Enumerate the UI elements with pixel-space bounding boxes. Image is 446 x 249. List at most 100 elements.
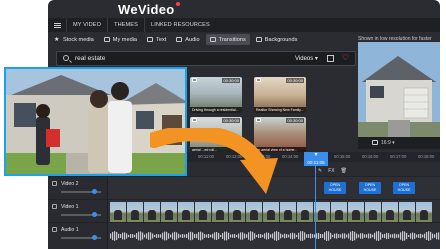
waveform-bar [402, 231, 404, 241]
tab-audio[interactable]: Audio [172, 34, 203, 45]
text-icon [147, 37, 154, 42]
preview-monitor[interactable] [358, 42, 440, 137]
waveform-bar [346, 234, 348, 238]
clip-frame [365, 202, 381, 222]
waveform-bar [170, 234, 172, 238]
waveform-bar [114, 231, 116, 241]
waveform-bar [272, 233, 274, 239]
waveform-bar [208, 233, 210, 239]
waveform-bar [364, 234, 366, 238]
open-house-clip[interactable]: OPEN HOUSE [324, 182, 346, 194]
fx-button[interactable]: FX [328, 168, 334, 174]
open-house-clip[interactable]: OPEN HOUSE [359, 182, 381, 194]
waveform-bar [204, 234, 206, 238]
waveform-bar [146, 233, 148, 239]
waveform-bar [376, 231, 378, 241]
video-clip-filmstrip[interactable] [110, 202, 440, 222]
waveform-bar [358, 234, 360, 238]
media-type-select[interactable]: Videos ▾ [295, 55, 318, 62]
clip-frame [348, 202, 364, 222]
waveform-bar [424, 233, 426, 239]
open-house-clip[interactable]: OPEN HOUSE [393, 182, 415, 194]
waveform-bar [240, 232, 242, 240]
audio-note-icon[interactable] [52, 227, 57, 232]
waveform-bar [244, 233, 246, 239]
waveform-bar [418, 234, 420, 238]
clip-frame [246, 202, 262, 222]
audio-waveform[interactable] [110, 228, 440, 244]
track-toggle-icon[interactable] [52, 181, 57, 186]
waveform-bar [390, 234, 392, 238]
grid-view-icon[interactable] [327, 55, 334, 62]
nav-linked-resources[interactable]: LINKED RESOURCES [143, 18, 216, 32]
hamburger-icon[interactable] [48, 18, 66, 32]
waveform-bar [332, 234, 334, 238]
waveform-bar [228, 232, 230, 240]
media-duration: 00:30:00 [222, 78, 240, 83]
waveform-bar [430, 231, 432, 241]
waveform-bar [226, 231, 228, 241]
tab-backgrounds[interactable]: Backgrounds [252, 34, 302, 45]
folder-icon [103, 37, 110, 42]
tab-my-media[interactable]: My media [100, 34, 141, 45]
waveform-bar [176, 232, 178, 240]
waveform-bar [202, 232, 204, 240]
edit-icon[interactable]: ✎ [318, 168, 322, 174]
waveform-bar [154, 234, 156, 238]
timeline-toolbar: ✎ FX 🗑 [318, 166, 358, 175]
track-header: Audio 1 [48, 223, 108, 249]
clip-frame [195, 202, 211, 222]
stage: WeVideo MY VIDEO THEMES LINKED RESOURCES… [0, 0, 446, 249]
search-bar[interactable]: real estate Videos ▾ ♡ [56, 51, 356, 66]
waveform-bar [192, 232, 194, 240]
volume-knob[interactable] [92, 212, 97, 217]
media-caption: Realtor Showing New Family... [254, 107, 306, 113]
clip-frame [280, 202, 296, 222]
media-tabs: ★ Stock media My media Text Audio Transit… [48, 33, 358, 46]
waveform-bar [298, 232, 300, 240]
tab-stock-media[interactable]: ★ Stock media [50, 34, 98, 45]
waveform-bar [310, 233, 312, 239]
camera-icon[interactable] [372, 140, 378, 145]
waveform-bar [408, 234, 410, 238]
track-name: Audio 1 [61, 227, 79, 233]
tab-text[interactable]: Text [143, 34, 170, 45]
waveform-bar [304, 232, 306, 240]
clip-frame [161, 202, 177, 222]
waveform-bar [280, 233, 282, 239]
clip-frame [127, 202, 143, 222]
media-thumbnail[interactable]: 00:30:00 Driving through a residential..… [190, 77, 242, 113]
waveform-bar [166, 231, 168, 241]
waveform-bar [144, 234, 146, 238]
waveform-bar [414, 233, 416, 239]
waveform-bar [248, 232, 250, 240]
track-name: Video 1 [61, 204, 79, 210]
waveform-bar [334, 233, 336, 239]
track-toggle-icon[interactable] [52, 204, 57, 209]
media-duration: 00:30:00 [286, 78, 304, 83]
aspect-ratio-select[interactable]: 16:9 ▾ [381, 140, 395, 146]
favorites-heart-icon[interactable]: ♡ [342, 53, 349, 62]
waveform-bar [360, 233, 362, 239]
media-duration: 00:30:00 [222, 118, 240, 123]
waveform-bar [118, 233, 120, 239]
waveform-bar [216, 231, 218, 241]
media-thumbnail[interactable]: 00:30:00 Realtor Showing New Family... [254, 77, 306, 113]
playhead-time[interactable]: ▾ 00:11:05 [304, 152, 328, 166]
waveform-bar [256, 234, 258, 238]
volume-knob[interactable] [92, 235, 97, 240]
video-icon [192, 118, 197, 122]
waveform-bar [372, 234, 374, 238]
nav-my-video[interactable]: MY VIDEO [66, 18, 107, 32]
nav-themes[interactable]: THEMES [107, 18, 144, 32]
waveform-bar [420, 233, 422, 239]
tab-transitions[interactable]: Transitions [205, 34, 250, 45]
brand-logo: WeVideo [118, 2, 180, 17]
transitions-icon [209, 37, 216, 42]
search-input[interactable]: real estate [75, 55, 105, 62]
waveform-bar [344, 233, 346, 239]
volume-knob[interactable] [92, 189, 97, 194]
trash-icon[interactable]: 🗑 [341, 168, 347, 174]
waveform-bar [222, 232, 224, 240]
clip-frame [314, 202, 330, 222]
